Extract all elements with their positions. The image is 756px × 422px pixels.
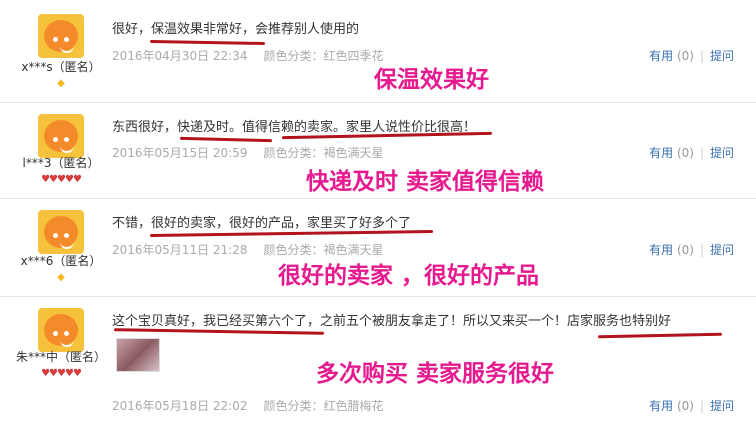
useful-button[interactable]: 有用 (0) (649, 243, 694, 257)
heart-rank-icon: ♥♥♥♥♥ (41, 368, 82, 379)
diamond-rank-icon: ◆ (57, 78, 65, 89)
annotation-text: 很好的卖家 ，很好的产品 (278, 263, 540, 289)
useful-button[interactable]: 有用 (0) (649, 49, 694, 63)
annotation-text: 保温效果好 (374, 67, 489, 93)
avatar[interactable] (38, 210, 84, 254)
useful-count: (0) (676, 243, 694, 257)
avatar[interactable] (38, 114, 84, 158)
review-sku: 颜色分类：红色四季花 (263, 49, 384, 63)
useful-label: 有用 (649, 243, 674, 257)
review-actions: 有用 (0) | 提问 (649, 49, 734, 63)
review-date: 2016年05月18日 22:02 (112, 399, 248, 413)
heart-rank-icon: ♥♥♥♥♥ (41, 174, 82, 185)
review-meta: 2016年05月15日 20:59 颜色分类：褐色满天星 (112, 144, 384, 161)
review-date: 2016年05月15日 20:59 (112, 146, 248, 160)
useful-count: (0) (676, 49, 694, 63)
review-item: x***6（匿名） ◆ 不错，很好的卖家，很好的产品，家里买了好多个了 2016… (0, 198, 756, 297)
review-sku: 颜色分类：红色腊梅花 (263, 399, 384, 413)
ask-link[interactable]: 提问 (710, 399, 734, 413)
review-meta: 2016年05月18日 22:02 颜色分类：红色腊梅花 (112, 397, 384, 414)
review-item: 朱***中（匿名） ♥♥♥♥♥ 这个宝贝真好，我已经买第六个了，之前五个被朋友拿… (0, 296, 756, 422)
review-content: 不错，很好的卖家，很好的产品，家里买了好多个了 (112, 216, 412, 231)
review-item: x***s（匿名） ◆ 很好，保温效果非常好，会推荐别人使用的 2016年04月… (0, 0, 756, 103)
ask-link[interactable]: 提问 (710, 49, 734, 63)
useful-label: 有用 (649, 399, 674, 413)
review-content: 很好，保温效果非常好，会推荐别人使用的 (112, 22, 360, 37)
useful-button[interactable]: 有用 (0) (649, 399, 694, 413)
avatar[interactable] (38, 14, 84, 58)
review-photo-thumbnail[interactable] (116, 338, 160, 372)
reviewer-name: x***s（匿名） (21, 60, 101, 74)
review-item: l***3（匿名） ♥♥♥♥♥ 东西很好，快递及时。值得信赖的卖家。家里人说性价… (0, 102, 756, 199)
review-date: 2016年05月11日 21:28 (112, 243, 248, 257)
avatar[interactable] (38, 308, 84, 352)
review-date: 2016年04月30日 22:34 (112, 49, 248, 63)
review-content: 这个宝贝真好，我已经买第六个了，之前五个被朋友拿走了！所以又来买一个！店家服务也… (112, 314, 672, 329)
review-content: 东西很好，快递及时。值得信赖的卖家。家里人说性价比很高！ (112, 120, 477, 135)
review-actions: 有用 (0) | 提问 (649, 146, 734, 160)
review-actions: 有用 (0) | 提问 (649, 399, 734, 413)
useful-count: (0) (676, 399, 694, 413)
reviewer-name: l***3（匿名） (22, 156, 100, 170)
reviewer-name: x***6（匿名） (20, 254, 102, 268)
review-sku: 颜色分类：褐色满天星 (263, 146, 384, 160)
useful-count: (0) (676, 146, 694, 160)
annotation-text: 多次购买 卖家服务很好 (316, 361, 555, 387)
review-sku: 颜色分类：褐色满天星 (263, 243, 384, 257)
ask-link[interactable]: 提问 (710, 146, 734, 160)
review-meta: 2016年04月30日 22:34 颜色分类：红色四季花 (112, 47, 384, 64)
useful-button[interactable]: 有用 (0) (649, 146, 694, 160)
reviewer-name: 朱***中（匿名） (15, 350, 106, 364)
diamond-rank-icon: ◆ (57, 272, 65, 283)
useful-label: 有用 (649, 146, 674, 160)
useful-label: 有用 (649, 49, 674, 63)
review-actions: 有用 (0) | 提问 (649, 243, 734, 257)
annotation-text: 快递及时 卖家值得信赖 (306, 169, 545, 195)
ask-link[interactable]: 提问 (710, 243, 734, 257)
